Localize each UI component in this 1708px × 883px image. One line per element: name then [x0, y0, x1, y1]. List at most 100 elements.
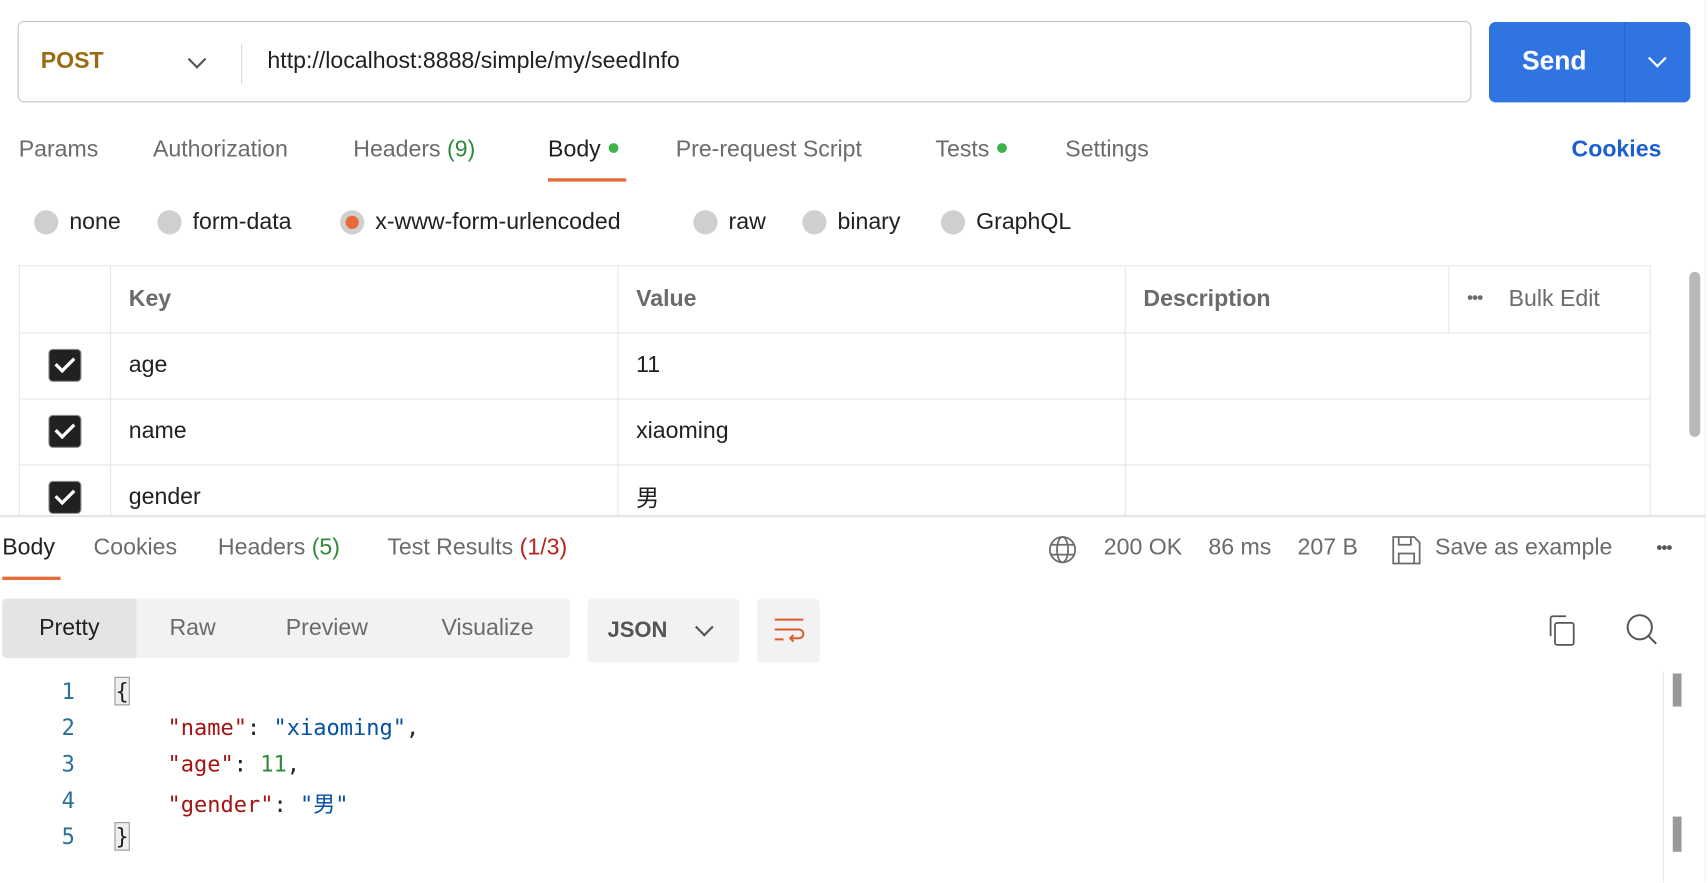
line-number: 1: [61, 677, 75, 705]
radio-label: binary: [837, 209, 901, 235]
close-brace: }: [114, 822, 130, 851]
response-tab-cookies[interactable]: Cookies: [94, 535, 178, 561]
send-options-chevron-icon[interactable]: [1648, 48, 1667, 68]
tab-label: Tests: [935, 136, 990, 162]
response-size[interactable]: 207 B: [1297, 535, 1357, 561]
tab-headers[interactable]: Headers (9): [353, 136, 475, 162]
line-number: 4: [61, 786, 75, 814]
params-table: Key Value Description ••• Bulk Edit age …: [18, 265, 1651, 516]
wrap-lines-button[interactable]: [757, 598, 820, 663]
save-icon[interactable]: [1391, 535, 1422, 566]
status-dot-icon: [997, 143, 1007, 153]
save-as-example-button[interactable]: Save as example: [1435, 535, 1612, 561]
view-preview[interactable]: Preview: [266, 599, 387, 658]
view-mode-toggle: Pretty Raw Preview Visualize: [2, 598, 571, 659]
radio-raw[interactable]: raw: [693, 209, 766, 235]
tab-settings[interactable]: Settings: [1065, 136, 1149, 162]
scrollbar[interactable]: [1689, 271, 1701, 437]
line-number: 3: [61, 750, 75, 777]
tab-pre-request-script[interactable]: Pre-request Script: [676, 136, 862, 162]
response-tab-headers[interactable]: Headers (5): [218, 535, 340, 561]
description-cell[interactable]: [1126, 398, 1650, 464]
row-checkbox[interactable]: [48, 480, 82, 514]
method-label: POST: [40, 48, 104, 74]
tab-tests[interactable]: Tests: [935, 136, 1007, 162]
radio-label: x-www-form-urlencoded: [375, 209, 621, 235]
table-row: gender 男: [20, 464, 1650, 516]
json-value: 11: [260, 750, 287, 777]
description-cell[interactable]: [1126, 332, 1650, 398]
table-row: age 11: [19, 332, 1650, 400]
radio-binary[interactable]: binary: [802, 209, 900, 235]
key-cell[interactable]: name: [111, 398, 619, 465]
radio-label: GraphQL: [976, 209, 1072, 235]
tab-body[interactable]: Body: [548, 136, 619, 162]
scrollbar-marker[interactable]: [1672, 673, 1682, 707]
send-button[interactable]: Send: [1488, 22, 1691, 103]
test-results-count: (1/3): [519, 534, 568, 561]
view-pretty[interactable]: Pretty: [2, 598, 137, 659]
radio-none[interactable]: none: [34, 209, 121, 235]
key-cell[interactable]: gender: [111, 464, 619, 516]
column-header-value: Value: [618, 266, 1126, 333]
chevron-down-icon: [694, 617, 714, 637]
tab-authorization[interactable]: Authorization: [153, 136, 288, 162]
divider: [1704, 0, 1706, 883]
send-label: Send: [1521, 46, 1587, 76]
open-brace: {: [114, 676, 130, 706]
json-key: "age": [167, 750, 234, 777]
tab-params[interactable]: Params: [19, 136, 99, 162]
value-cell[interactable]: xiaoming: [618, 398, 1126, 465]
tab-label: Test Results: [387, 534, 514, 561]
response-tab-body[interactable]: Body: [2, 535, 55, 561]
copy-icon[interactable]: [1546, 614, 1577, 647]
format-label: JSON: [607, 618, 668, 643]
status-code[interactable]: 200 OK: [1104, 535, 1182, 561]
row-checkbox[interactable]: [48, 348, 82, 382]
response-body-editor[interactable]: 1 2 3 4 5 { "name": "xiaoming", "age": 1…: [0, 671, 1662, 882]
header-checkbox-cell: [20, 266, 112, 333]
tab-label: Headers: [217, 534, 306, 561]
format-select[interactable]: JSON: [587, 598, 740, 663]
view-raw[interactable]: Raw: [136, 599, 248, 658]
pane-divider[interactable]: [0, 515, 1706, 517]
url-input[interactable]: http://localhost:8888/simple/my/seedInfo: [267, 48, 679, 74]
search-icon[interactable]: [1625, 613, 1658, 646]
value-cell[interactable]: 11: [618, 332, 1126, 399]
view-visualize[interactable]: Visualize: [420, 599, 554, 658]
json-value: "男": [299, 791, 349, 818]
value-cell[interactable]: 男: [618, 464, 1126, 516]
radio-icon: [34, 210, 59, 235]
description-cell[interactable]: [1126, 464, 1650, 515]
column-header-description: Description: [1126, 266, 1450, 333]
more-options-icon[interactable]: •••: [1467, 289, 1483, 309]
more-options-icon[interactable]: •••: [1656, 539, 1672, 559]
radio-form-data[interactable]: form-data: [157, 209, 291, 235]
headers-count: (5): [311, 534, 340, 561]
row-checkbox[interactable]: [48, 414, 82, 448]
column-header-key: Key: [111, 266, 619, 333]
radio-label: form-data: [192, 209, 292, 235]
scrollbar-marker[interactable]: [1672, 816, 1682, 852]
divider: [1662, 671, 1664, 883]
cookies-link[interactable]: Cookies: [1572, 136, 1662, 162]
radio-selected-icon: [340, 210, 365, 235]
method-select[interactable]: POST: [41, 48, 104, 74]
chevron-down-icon[interactable]: [187, 50, 207, 69]
bulk-edit-button[interactable]: Bulk Edit: [1509, 286, 1600, 312]
radio-x-www-form-urlencoded[interactable]: x-www-form-urlencoded: [340, 209, 621, 235]
radio-icon: [940, 210, 966, 235]
radio-graphql[interactable]: GraphQL: [940, 209, 1072, 235]
headers-count: (9): [447, 136, 476, 162]
table-row: name xiaoming: [19, 398, 1650, 466]
globe-icon[interactable]: [1048, 535, 1078, 565]
key-cell[interactable]: age: [111, 332, 619, 399]
response-tab-test-results[interactable]: Test Results (1/3): [387, 535, 567, 561]
json-key: "gender": [167, 791, 274, 818]
json-key: "name": [167, 714, 247, 741]
tab-label: Headers: [353, 136, 441, 162]
radio-icon: [157, 210, 182, 235]
url-bar: POST http://localhost:8888/simple/my/see…: [17, 20, 1472, 103]
response-time[interactable]: 86 ms: [1208, 535, 1271, 561]
radio-label: raw: [728, 209, 766, 235]
